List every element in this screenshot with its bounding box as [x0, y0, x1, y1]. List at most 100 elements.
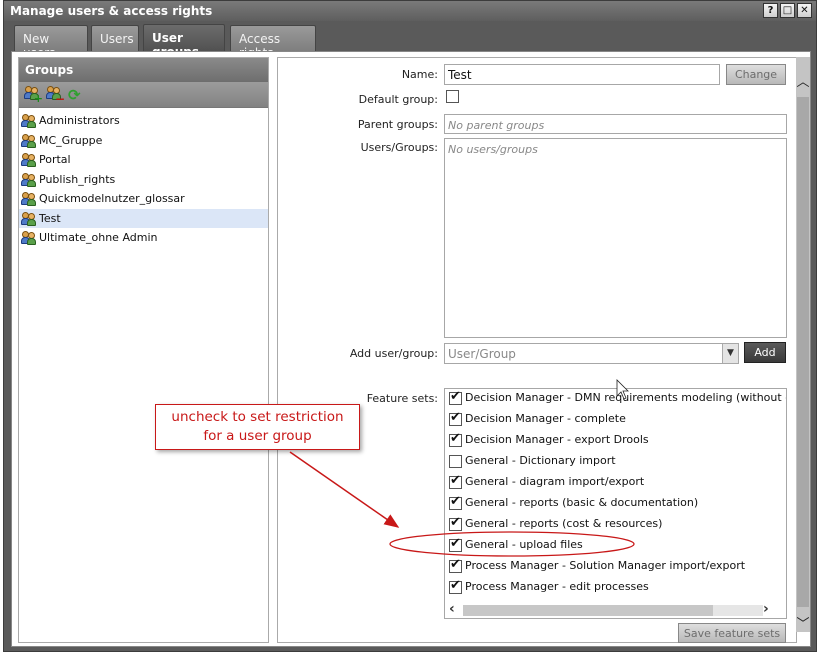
feature-label: Process Manager - edit processes [465, 580, 649, 593]
group-detail-panel: Name: Test Change Default group: Parent … [277, 57, 797, 643]
feature-label: General - diagram import/export [465, 475, 645, 488]
users-groups-list[interactable]: No users/groups [444, 138, 787, 338]
scroll-thumb[interactable] [463, 605, 713, 616]
feature-item[interactable]: Decision Manager - export Drools [445, 431, 786, 452]
horizontal-scrollbar[interactable]: ‹ › [445, 601, 786, 618]
remove-group-icon[interactable]: − [46, 86, 65, 105]
feature-item[interactable]: Process Manager - Solution Manager impor… [445, 557, 786, 578]
group-label: Quickmodelnutzer_glossar [39, 192, 185, 205]
group-label: Administrators [39, 114, 120, 127]
users-groups-placeholder: No users/groups [448, 143, 538, 156]
checkbox[interactable] [449, 494, 462, 510]
user-group-icon [21, 231, 37, 245]
add-user-group-select[interactable]: User/Group ▼ [444, 343, 739, 364]
feature-sets-list: Decision Manager - DMN requirements mode… [444, 388, 787, 619]
default-group-label: Default group: [358, 93, 438, 106]
user-group-icon [21, 172, 37, 187]
feature-label: Process Manager - Solution Manager impor… [465, 559, 746, 572]
vertical-scrollbar[interactable]: ︿ ﹀ [796, 57, 810, 632]
group-item-administrators[interactable]: Administrators [19, 111, 268, 131]
user-group-icon [21, 211, 37, 226]
user-group-icon [21, 114, 37, 128]
group-item-portal[interactable]: Portal [19, 150, 268, 170]
feature-label: Decision Manager - complete [465, 412, 626, 425]
feature-item[interactable]: General - diagram import/export [445, 473, 786, 494]
name-label: Name: [401, 68, 438, 81]
save-feature-sets-button[interactable]: Save feature sets [678, 623, 786, 643]
chevron-down-icon[interactable]: ▼ [722, 344, 738, 363]
feature-label: Decision Manager - DMN requirements mode… [465, 391, 787, 404]
user-group-icon [21, 192, 37, 206]
feature-label: General - reports (cost & resources) [465, 517, 663, 530]
dialog-title: Manage users & access rights [10, 4, 213, 18]
feature-item-upload-files[interactable]: General - upload files [445, 536, 786, 557]
chevron-right-icon[interactable]: › [763, 601, 769, 617]
group-item-ultimate-ohne-admin[interactable]: Ultimate_ohne Admin [19, 228, 268, 248]
tab-bar: New users Users User groups Access right… [4, 21, 816, 60]
checkbox[interactable] [449, 410, 462, 426]
add-user-group-label: Add user/group: [349, 347, 438, 360]
window-controls: ? □ ✕ [763, 3, 812, 18]
checkbox[interactable] [449, 536, 462, 552]
tab-users[interactable]: Users [91, 25, 139, 51]
group-item-mc-gruppe[interactable]: MC_Gruppe [19, 131, 268, 151]
group-label: Portal [39, 153, 71, 166]
group-label: MC_Gruppe [39, 133, 103, 147]
close-button[interactable]: ✕ [797, 3, 812, 18]
refresh-icon[interactable]: ⟳ [68, 86, 86, 104]
default-group-checkbox[interactable] [446, 89, 462, 103]
checkbox[interactable] [449, 473, 462, 489]
add-button[interactable]: Add [744, 342, 786, 363]
feature-item[interactable]: Decision Manager - DMN requirements mode… [445, 389, 786, 410]
parent-groups-field[interactable]: No parent groups [444, 114, 787, 134]
annotation-line-1: uncheck to set restriction [171, 409, 344, 425]
dialog-titlebar: Manage users & access rights ? □ ✕ [4, 1, 816, 21]
checkbox[interactable] [449, 431, 462, 447]
checkbox[interactable] [449, 515, 462, 531]
users-groups-label: Users/Groups: [360, 141, 438, 154]
tab-new-users[interactable]: New users [14, 25, 88, 60]
parent-groups-placeholder: No parent groups [448, 119, 545, 132]
group-item-publish-rights[interactable]: Publish_rights [19, 170, 268, 190]
change-button[interactable]: Change [726, 64, 786, 85]
annotation-callout: uncheck to set restriction for a user gr… [155, 404, 360, 450]
group-label: Publish_rights [39, 172, 116, 186]
user-group-icon [21, 153, 37, 167]
feature-label: Decision Manager - export Drools [465, 433, 649, 446]
user-group-icon [21, 133, 37, 148]
groups-header: Groups [19, 58, 268, 82]
group-list: Administrators MC_Gruppe Portal Publish_… [19, 108, 268, 248]
chevron-up-icon[interactable]: ︿ [796, 71, 810, 90]
tab-access-rights[interactable]: Access rights [230, 25, 316, 60]
feature-item[interactable]: Process Manager - edit processes [445, 578, 786, 599]
checkbox[interactable] [449, 578, 462, 594]
group-item-quickmodelnutzer-glossar[interactable]: Quickmodelnutzer_glossar [19, 189, 268, 209]
feature-item[interactable]: General - reports (cost & resources) [445, 515, 786, 536]
annotation-line-2: for a user group [203, 428, 312, 444]
groups-toolbar: + − ⟳ [19, 82, 268, 108]
feature-label: General - upload files [465, 538, 583, 551]
add-user-group-placeholder: User/Group [448, 347, 516, 361]
scroll-thumb[interactable] [797, 97, 809, 607]
group-item-test[interactable]: Test [19, 208, 268, 228]
parent-groups-label: Parent groups: [357, 118, 438, 131]
name-field[interactable]: Test [444, 64, 720, 85]
help-button[interactable]: ? [763, 3, 778, 18]
add-group-icon[interactable]: + [24, 86, 43, 104]
maximize-button[interactable]: □ [780, 3, 795, 18]
feature-item[interactable]: General - reports (basic & documentation… [445, 494, 786, 515]
checkbox[interactable] [449, 389, 462, 405]
manage-users-dialog: Manage users & access rights ? □ ✕ New u… [3, 0, 817, 652]
tab-content: Groups + − ⟳ Administrators MC_Gruppe Po… [11, 51, 811, 647]
chevron-left-icon[interactable]: ‹ [449, 601, 455, 617]
feature-item[interactable]: Decision Manager - complete [445, 410, 786, 431]
group-label: Test [39, 211, 61, 225]
tab-user-groups[interactable]: User groups [143, 24, 225, 59]
checkbox[interactable] [449, 557, 462, 573]
checkbox[interactable] [449, 454, 462, 468]
feature-label: General - reports (basic & documentation… [465, 496, 699, 509]
groups-panel: Groups + − ⟳ Administrators MC_Gruppe Po… [18, 57, 269, 643]
chevron-down-icon[interactable]: ﹀ [796, 613, 810, 632]
feature-item[interactable]: General - Dictionary import [445, 452, 786, 473]
feature-label: General - Dictionary import [465, 454, 616, 467]
